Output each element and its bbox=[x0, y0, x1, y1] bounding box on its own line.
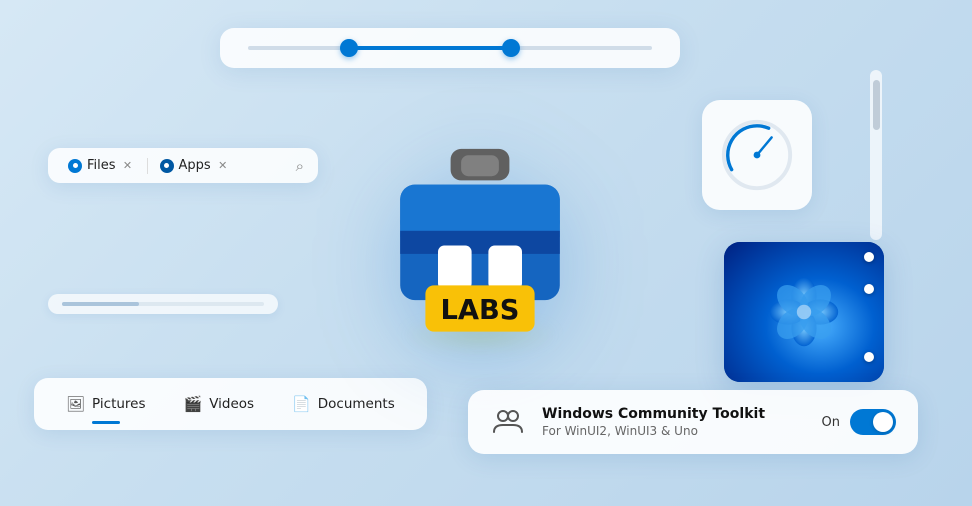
toolkit-toggle-area: On bbox=[822, 409, 896, 435]
toolkit-icon bbox=[490, 404, 526, 440]
search-icon[interactable]: ⌕ bbox=[296, 157, 304, 175]
tabs-widget: Files ✕ Apps ✕ ⌕ bbox=[48, 148, 318, 183]
wallpaper-widget bbox=[724, 242, 884, 382]
toolkit-card: Windows Community Toolkit For WinUI2, Wi… bbox=[468, 390, 918, 454]
pictures-icon: 🖼 bbox=[66, 395, 85, 413]
toggle-switch[interactable] bbox=[850, 409, 896, 435]
tab-files[interactable]: Files ✕ bbox=[62, 156, 141, 175]
nav-tabs-widget: 🖼 Pictures 🎬 Videos 📄 Documents bbox=[34, 378, 427, 430]
slider-fill bbox=[349, 46, 511, 50]
tab-files-label: Files bbox=[87, 158, 116, 173]
slider-thumb-1[interactable] bbox=[340, 39, 358, 57]
nav-tab-videos[interactable]: 🎬 Videos bbox=[166, 388, 273, 420]
scrollbar-widget[interactable] bbox=[870, 70, 882, 240]
slider-thumb-2[interactable] bbox=[502, 39, 520, 57]
progress-widget bbox=[48, 294, 278, 314]
toolbox-svg: LABS bbox=[375, 130, 585, 340]
progress-track bbox=[62, 302, 264, 306]
tab-files-dot bbox=[68, 159, 82, 173]
tab-files-close[interactable]: ✕ bbox=[121, 159, 135, 173]
nav-tab-videos-label: Videos bbox=[209, 396, 254, 412]
tab-apps-close[interactable]: ✕ bbox=[216, 159, 230, 173]
toggle-knob bbox=[873, 412, 893, 432]
wallpaper-inner bbox=[724, 242, 884, 382]
nav-tab-pictures-label: Pictures bbox=[92, 396, 145, 412]
toolkit-text: Windows Community Toolkit For WinUI2, Wi… bbox=[542, 406, 806, 438]
tab-apps-label: Apps bbox=[179, 158, 211, 173]
slider-widget bbox=[220, 28, 680, 68]
svg-text:LABS: LABS bbox=[441, 295, 520, 326]
tab-apps-dot bbox=[160, 159, 174, 173]
toolkit-title: Windows Community Toolkit bbox=[542, 406, 806, 422]
tab-apps[interactable]: Apps ✕ bbox=[154, 156, 236, 175]
clock-svg bbox=[718, 116, 796, 194]
hero-toolbox-icon: LABS bbox=[360, 110, 600, 360]
progress-fill bbox=[62, 302, 139, 306]
snap-dot-tr bbox=[864, 284, 874, 294]
clock-widget bbox=[702, 100, 812, 210]
scrollbar-thumb[interactable] bbox=[873, 80, 880, 130]
tab-divider bbox=[147, 158, 148, 174]
videos-icon: 🎬 bbox=[184, 395, 203, 413]
snap-dot-tl bbox=[864, 252, 874, 262]
toggle-label: On bbox=[822, 415, 840, 430]
nav-tab-pictures[interactable]: 🖼 Pictures bbox=[48, 388, 164, 420]
toolkit-subtitle: For WinUI2, WinUI3 & Uno bbox=[542, 424, 806, 438]
nav-tab-documents-label: Documents bbox=[318, 396, 395, 412]
snap-dot-bl bbox=[864, 352, 874, 362]
win11-logo-svg bbox=[759, 267, 849, 357]
slider-track[interactable] bbox=[248, 46, 652, 50]
documents-icon: 📄 bbox=[292, 395, 311, 413]
nav-tab-documents[interactable]: 📄 Documents bbox=[274, 388, 413, 420]
